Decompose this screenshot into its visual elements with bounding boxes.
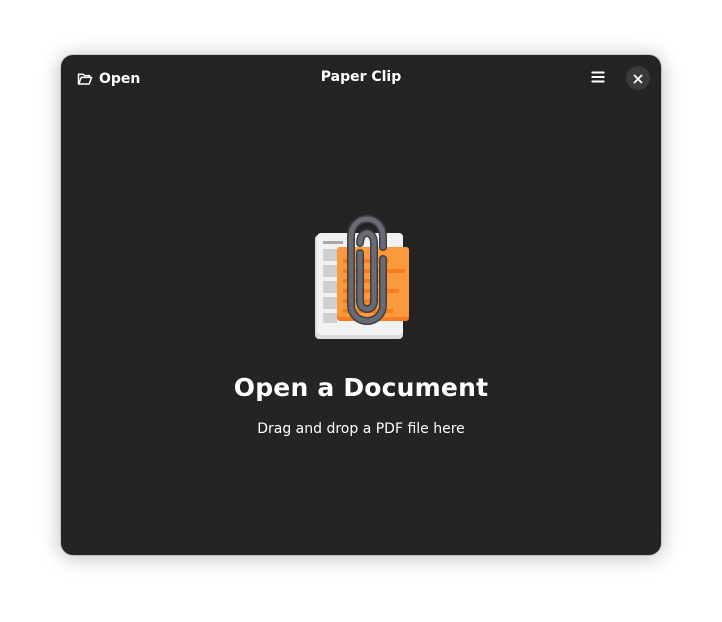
paper-clip-app-icon [311,213,411,339]
status-page: Open a Document Drag and drop a PDF file… [61,55,661,555]
status-title: Open a Document [233,373,489,402]
app-window: Open Paper Clip Open a Document Drag and… [61,55,661,555]
status-description: Drag and drop a PDF file here [257,421,465,437]
